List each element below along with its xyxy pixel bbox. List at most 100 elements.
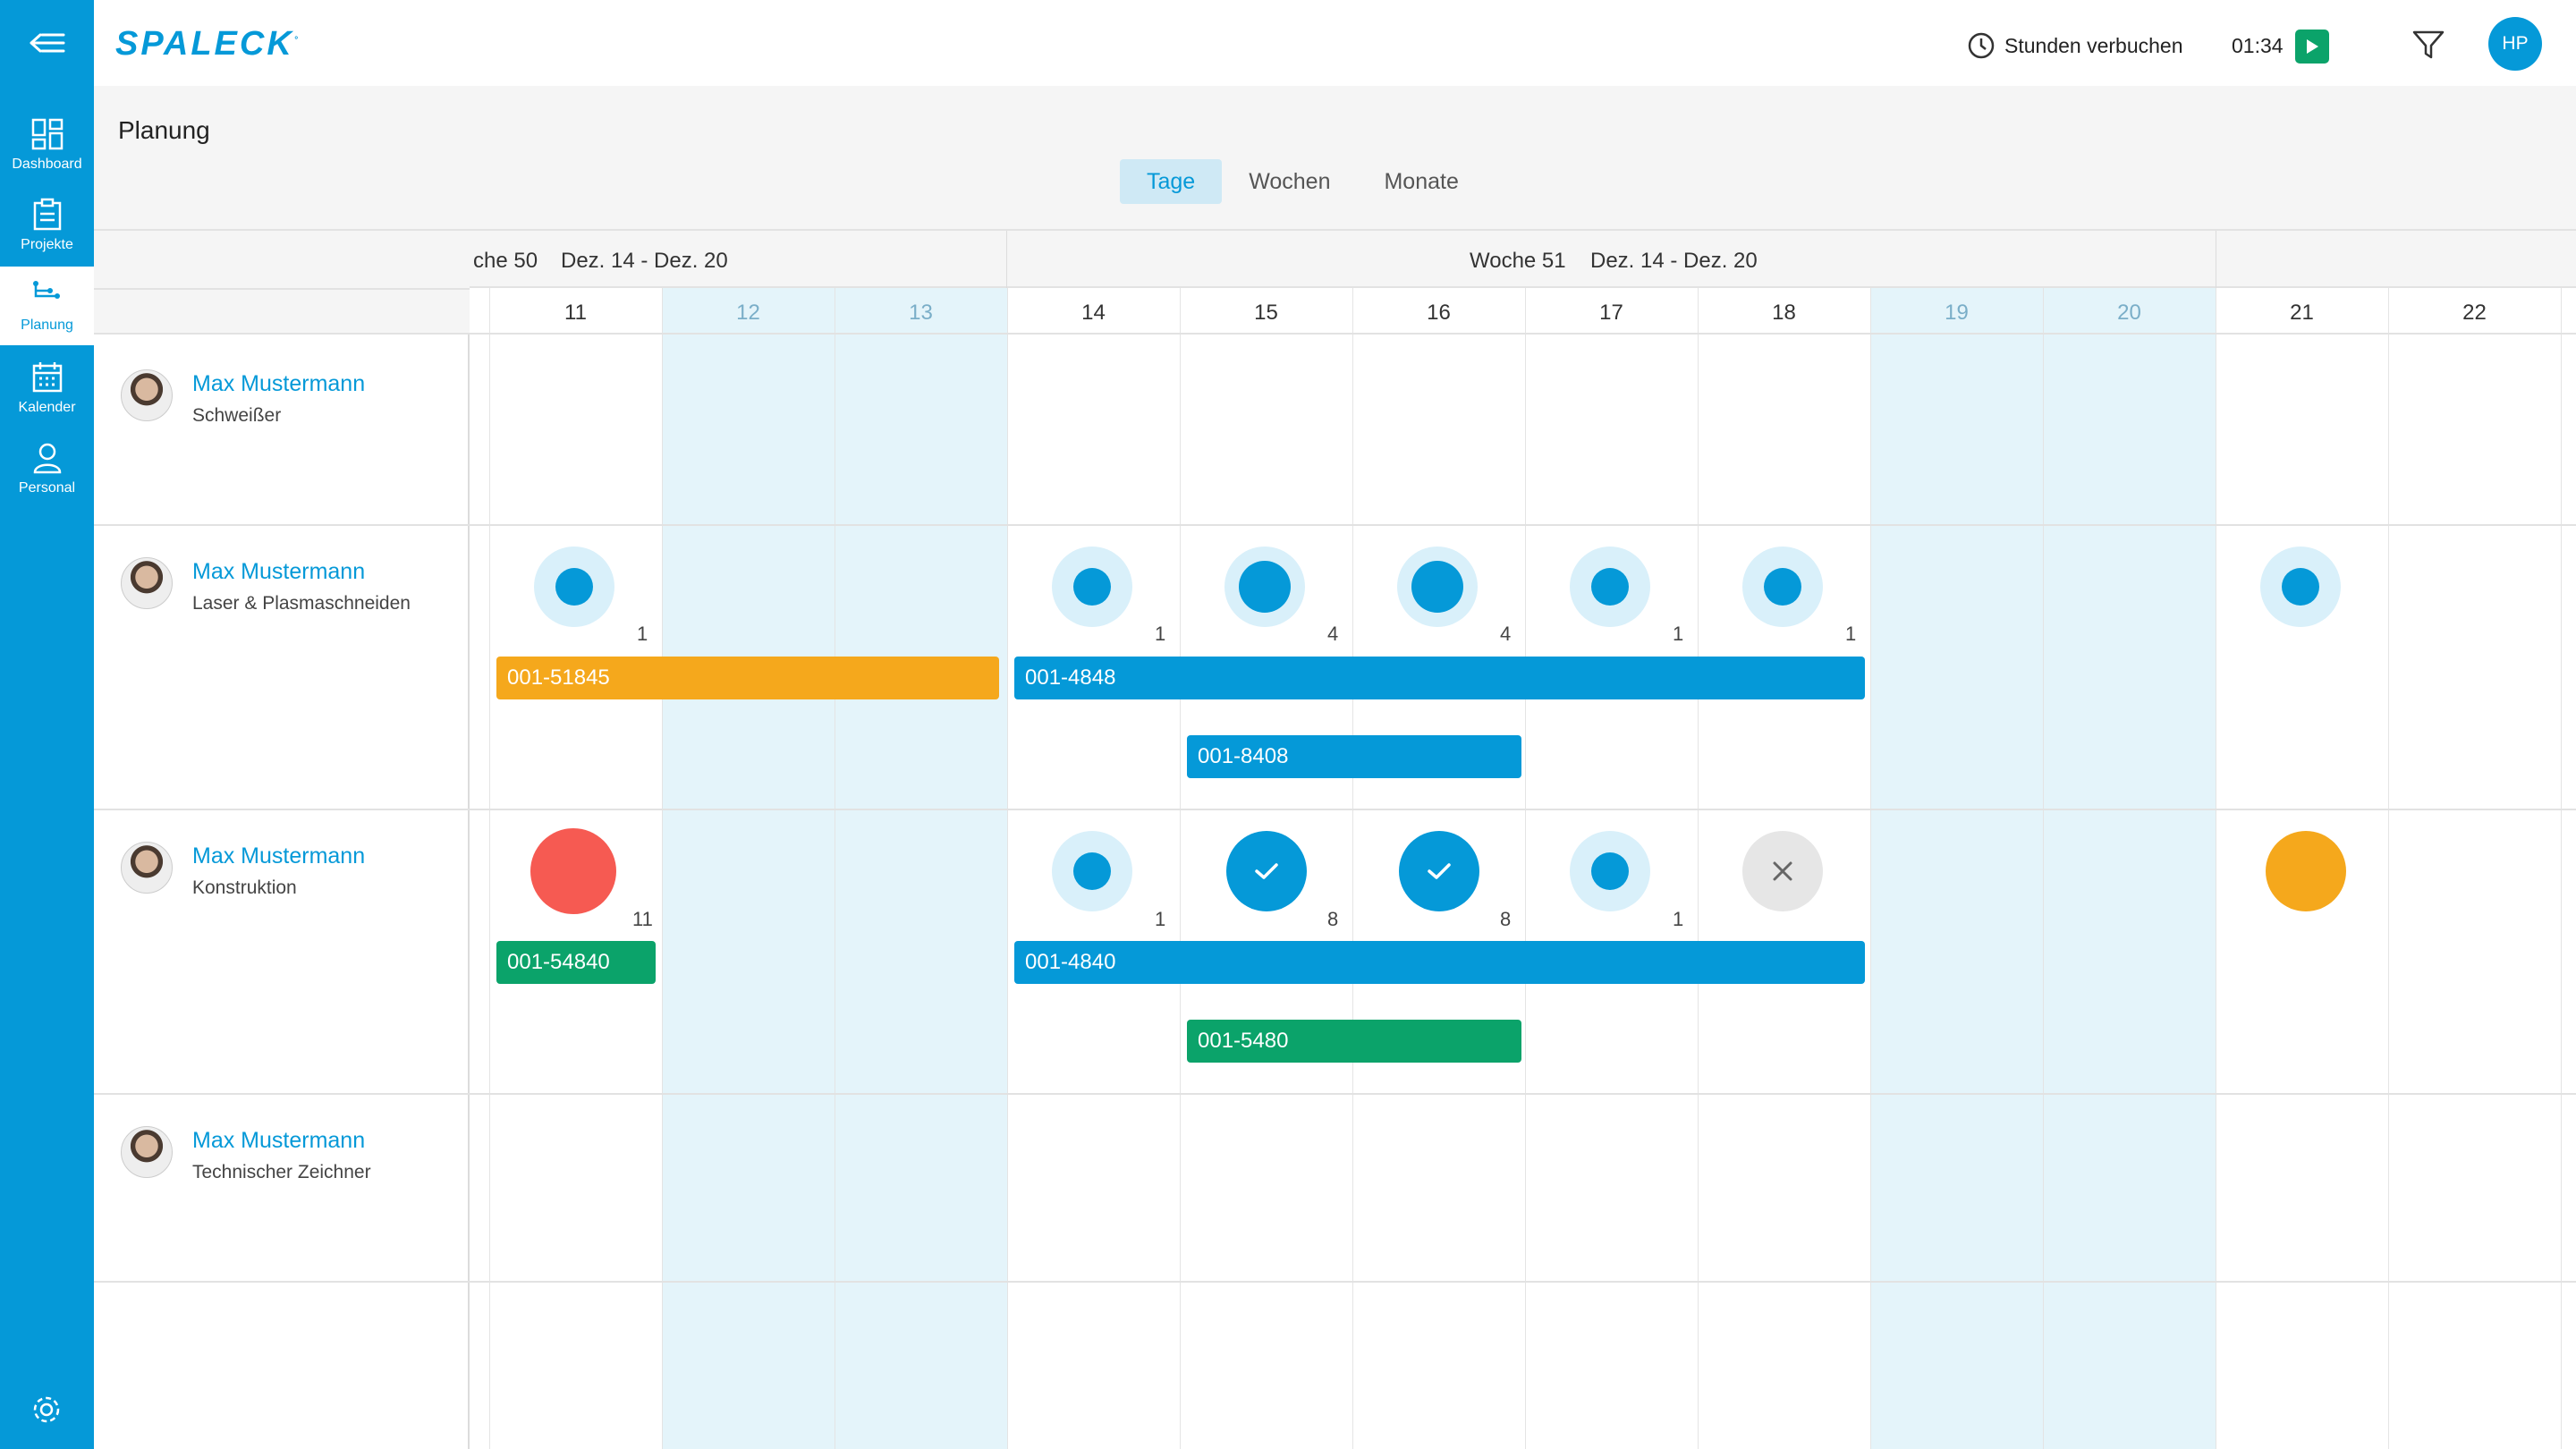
- person-role: Schweißer: [192, 405, 282, 426]
- clipboard-icon: [33, 198, 61, 231]
- workload-marker[interactable]: [2260, 547, 2341, 627]
- workload-marker[interactable]: [1570, 547, 1650, 627]
- day-label: 22: [2462, 301, 2487, 325]
- day-column[interactable]: [2388, 288, 2561, 1449]
- view-switcher: Tage Wochen Monate: [1120, 159, 1486, 204]
- book-hours-button[interactable]: Stunden verbuchen: [2004, 34, 2183, 58]
- gear-icon[interactable]: [29, 1392, 64, 1428]
- filter-icon[interactable]: [2411, 27, 2446, 63]
- timer-display: 01:34: [2232, 34, 2284, 57]
- sidebar-item-label: Projekte: [21, 237, 73, 252]
- tab-monate[interactable]: Monate: [1357, 159, 1485, 204]
- workload-marker[interactable]: [1224, 547, 1305, 627]
- person-name[interactable]: Max Mustermann: [192, 843, 365, 869]
- hour-count: 1: [1845, 623, 1857, 645]
- workload-marker[interactable]: [534, 547, 614, 627]
- workload-marker[interactable]: [1570, 831, 1650, 911]
- collapse-menu-icon[interactable]: [0, 18, 94, 68]
- avatar: [121, 557, 173, 609]
- project-bar[interactable]: 001-5480: [1187, 1020, 1521, 1063]
- completed-marker[interactable]: [1399, 831, 1479, 911]
- hour-count: 4: [1327, 623, 1339, 645]
- sidebar: Dashboard Projekte Planung Kalender Pers…: [0, 0, 94, 1449]
- tab-tage[interactable]: Tage: [1120, 159, 1223, 204]
- person-role: Laser & Plasmaschneiden: [192, 593, 411, 614]
- project-bar[interactable]: 001-51845: [496, 657, 999, 699]
- person-role: Konstruktion: [192, 877, 297, 898]
- person-name[interactable]: Max Mustermann: [192, 371, 365, 397]
- hour-count: 1: [1155, 623, 1166, 645]
- dashboard-icon: [31, 118, 63, 150]
- page-title: Planung: [118, 116, 210, 144]
- person-icon: [33, 443, 61, 474]
- day-column-weekend[interactable]: [835, 288, 1007, 1449]
- day-label: 13: [909, 301, 933, 325]
- day-label: 14: [1081, 301, 1106, 325]
- day-label: 17: [1599, 301, 1623, 325]
- day-label: 12: [736, 301, 760, 325]
- sidebar-item-planung[interactable]: Planung: [0, 267, 94, 345]
- day-column[interactable]: [2561, 288, 2576, 1449]
- person-name[interactable]: Max Mustermann: [192, 559, 365, 585]
- project-bar[interactable]: 001-4840: [1014, 941, 1865, 984]
- sidebar-item-label: Planung: [21, 318, 73, 333]
- workload-marker[interactable]: [1397, 547, 1478, 627]
- warning-marker[interactable]: [2266, 831, 2346, 911]
- tab-wochen[interactable]: Wochen: [1222, 159, 1357, 204]
- day-label: 21: [2290, 301, 2314, 325]
- overload-marker[interactable]: [530, 828, 616, 914]
- workload-marker[interactable]: [1052, 831, 1132, 911]
- people-column: Max Mustermann Schweißer Max Mustermann …: [94, 231, 470, 1449]
- absent-marker[interactable]: [1742, 831, 1823, 911]
- calendar-icon: [32, 362, 62, 393]
- day-column-weekend[interactable]: [1870, 288, 2043, 1449]
- week-label: Woche 51: [1470, 249, 1566, 273]
- day-label: 19: [1945, 301, 1969, 325]
- close-icon: [1773, 861, 1792, 881]
- workload-marker[interactable]: [1052, 547, 1132, 627]
- sidebar-item-dashboard[interactable]: Dashboard: [0, 106, 94, 184]
- project-bar[interactable]: 001-54840: [496, 941, 656, 984]
- day-label: 18: [1772, 301, 1796, 325]
- avatar: [121, 1126, 173, 1178]
- play-icon: [2307, 39, 2318, 54]
- avatar: [121, 842, 173, 894]
- logo-text: SPALECK: [115, 25, 294, 63]
- hour-count: 8: [1500, 908, 1512, 930]
- hour-count: 1: [1673, 623, 1684, 645]
- top-bar: SPALECK° Stunden verbuchen 01:34 HP: [94, 0, 2576, 86]
- sidebar-item-kalender[interactable]: Kalender: [0, 349, 94, 428]
- week-divider: [1006, 231, 1007, 288]
- project-bar[interactable]: 001-8408: [1187, 735, 1521, 778]
- day-column-weekend[interactable]: [662, 288, 835, 1449]
- day-column-weekend[interactable]: [2043, 288, 2216, 1449]
- hour-count: 8: [1327, 908, 1339, 930]
- sidebar-item-personal[interactable]: Personal: [0, 429, 94, 508]
- hour-count: 1: [1673, 908, 1684, 930]
- week-range: Dez. 14 - Dez. 20: [561, 249, 728, 273]
- sidebar-item-label: Personal: [18, 480, 76, 496]
- person-role: Technischer Zeichner: [192, 1162, 371, 1182]
- page-header: Planung Tage Wochen Monate: [94, 86, 2576, 231]
- sidebar-item-projekte[interactable]: Projekte: [0, 186, 94, 265]
- hour-count: 1: [1155, 908, 1166, 930]
- avatar: [121, 369, 173, 421]
- hour-count: 11: [632, 908, 653, 930]
- sidebar-item-label: Kalender: [18, 400, 76, 415]
- brand-logo[interactable]: SPALECK°: [115, 25, 301, 64]
- day-label: 20: [2117, 301, 2141, 325]
- workload-marker[interactable]: [1742, 547, 1823, 627]
- project-bar[interactable]: 001-4848: [1014, 657, 1865, 699]
- check-icon: [1255, 863, 1278, 879]
- week-range: Dez. 14 - Dez. 20: [1590, 249, 1758, 273]
- check-icon: [1428, 863, 1451, 879]
- user-avatar[interactable]: HP: [2488, 17, 2542, 71]
- day-label: 15: [1254, 301, 1278, 325]
- play-button[interactable]: [2295, 30, 2329, 64]
- hour-count: 1: [637, 623, 648, 645]
- hour-count: 4: [1500, 623, 1512, 645]
- clock-icon[interactable]: [1967, 31, 1996, 60]
- completed-marker[interactable]: [1226, 831, 1307, 911]
- person-name[interactable]: Max Mustermann: [192, 1128, 365, 1154]
- week-label: che 50: [473, 249, 538, 273]
